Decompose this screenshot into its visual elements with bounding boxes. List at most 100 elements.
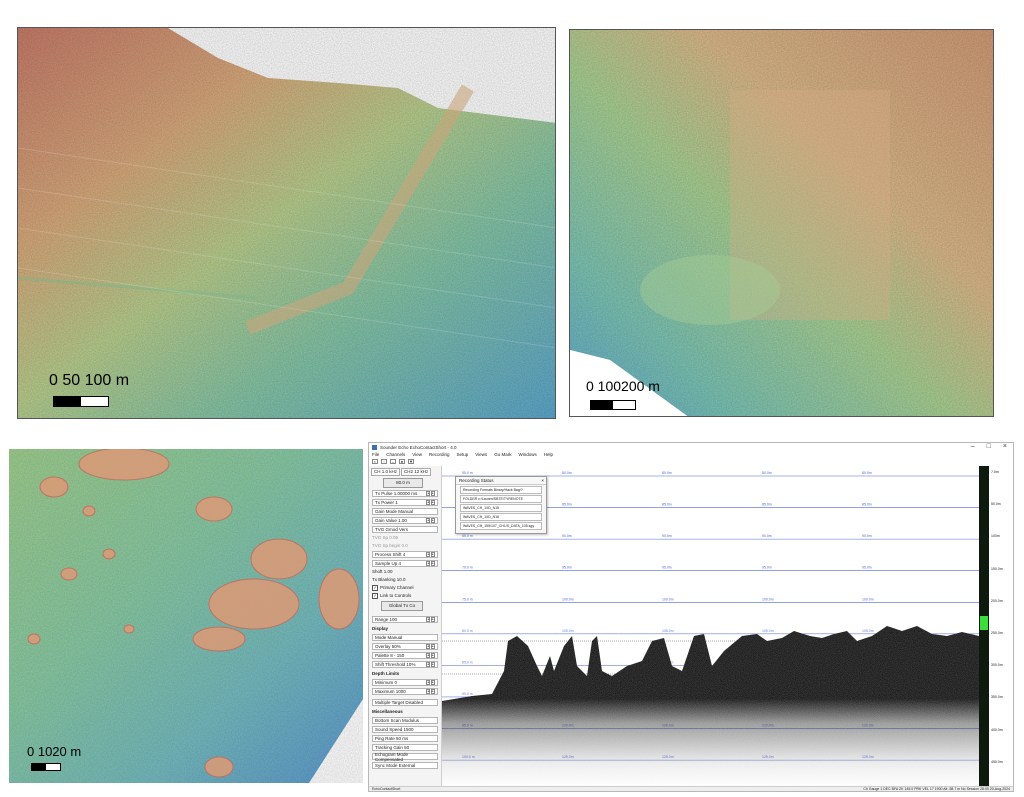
chevron-right-icon[interactable]: ▸	[431, 561, 435, 566]
bottom-scan-control[interactable]: Bottom Scan Modulus	[372, 717, 438, 724]
echogram-mode-control[interactable]: Echogram Mode Compensated	[372, 751, 438, 762]
menu-help[interactable]: Help	[544, 452, 553, 459]
shift-threshold-control[interactable]: Shift Threshold 10% ◂ ▸	[372, 661, 438, 668]
chevron-left-icon[interactable]: ◂	[426, 662, 430, 667]
ping-rate-control[interactable]: Ping Rate 50 ms	[372, 735, 438, 742]
record-icon[interactable]: ●	[399, 459, 405, 464]
palette-control[interactable]: Palette 8 - 150 ◂ ▸	[372, 652, 438, 659]
overlay-control[interactable]: Overlay 50% ◂ ▸	[372, 643, 438, 650]
tvg-mode-control[interactable]: TVG Gmod Vers	[372, 526, 438, 533]
control-label: Bottom Scan Modulus	[375, 718, 420, 723]
chevron-right-icon[interactable]: ▸	[431, 644, 435, 649]
tx-power-control[interactable]: Tx Power 1 ◂ ▸	[372, 499, 438, 506]
tx-pulse-control[interactable]: Tx Pulse 1.00000 ms ◂ ▸	[372, 490, 438, 497]
scale-bar	[31, 763, 61, 771]
chevron-right-icon[interactable]: ▸	[431, 500, 435, 505]
gain-mode-control[interactable]: Gain Mode Manual	[372, 508, 438, 515]
chevron-right-icon[interactable]: ▸	[431, 662, 435, 667]
control-label: Gain Mode Manual	[375, 509, 414, 514]
chevron-right-icon[interactable]: ▸	[431, 491, 435, 496]
shoft-row: Shoft 1.00	[372, 569, 393, 574]
depth-minimum-control[interactable]: Minimum 0 ◂ ▸	[372, 679, 438, 686]
sound-speed-control[interactable]: Sound Speed 1500	[372, 726, 438, 733]
depth-grid-label: 85.0m	[862, 503, 872, 507]
sample-up-control[interactable]: Sample Up 4 ◂ ▸	[372, 560, 438, 567]
chevron-left-icon[interactable]: ◂	[426, 491, 430, 496]
control-label: Tx Pulse 1.00000 ms	[375, 491, 418, 496]
control-label: Tx Power 1	[375, 500, 398, 505]
bathymetry-map-top-left: 0 50 100 m	[17, 27, 556, 419]
chevron-left-icon[interactable]: ◂	[426, 561, 430, 566]
chevron-left-icon[interactable]: ◂	[426, 518, 430, 523]
tab-channel-1[interactable]: CH 1.0 kHz	[371, 468, 401, 476]
menu-channels[interactable]: Channels	[386, 452, 405, 459]
depth-grid-label: 80.0m	[862, 471, 872, 475]
menu-setup[interactable]: Setup	[456, 452, 468, 459]
chevron-right-icon[interactable]: ▸	[431, 552, 435, 557]
zoom-icon[interactable]: ◦	[381, 459, 387, 464]
popup-title-bar: Recording Status ×	[456, 477, 546, 485]
process-shift-control[interactable]: Process Shift 4 ◂ ▸	[372, 551, 438, 558]
menu-go-mark[interactable]: Go Mark	[494, 452, 511, 459]
control-label: Gain Value 1.00	[375, 518, 407, 523]
control-label: Echogram Mode Compensated	[375, 751, 409, 762]
range-field[interactable]: 80.0 m	[383, 478, 423, 488]
save-icon[interactable]: ▪	[372, 459, 378, 464]
menu-bar: File Channels View Recording Setup Views…	[369, 452, 1013, 459]
chevron-left-icon[interactable]: ◂	[426, 617, 430, 622]
checkbox-icon[interactable]: ✓	[372, 593, 378, 599]
chevron-right-icon[interactable]: ▸	[431, 518, 435, 523]
chevron-right-icon[interactable]: ▸	[431, 680, 435, 685]
depth-grid-label: 85.0m	[562, 503, 572, 507]
control-label: Tracking Gain 50	[375, 745, 410, 750]
control-panel: CH 1.0 kHz CH2 12 kHz 80.0 m Tx Pulse 1.…	[369, 466, 442, 788]
chevron-left-icon[interactable]: ◂	[426, 500, 430, 505]
chevron-left-icon[interactable]: ◂	[426, 689, 430, 694]
chevron-left-icon[interactable]: ◂	[426, 644, 430, 649]
global-tx-button[interactable]: Global Tx Co	[381, 601, 423, 611]
chevron-right-icon[interactable]: ▸	[431, 689, 435, 694]
depth-maximum-control[interactable]: Maximum 1000 ◂ ▸	[372, 688, 438, 695]
display-mode-control[interactable]: Mode Manual	[372, 634, 438, 641]
close-icon[interactable]: ×	[541, 477, 546, 484]
menu-views[interactable]: Views	[475, 452, 487, 459]
bathymetry-raster-bottom-left	[9, 449, 363, 783]
control-label: Sample Up 4	[375, 561, 402, 566]
chevron-left-icon[interactable]: ◂	[426, 680, 430, 685]
pan-icon[interactable]: ↔	[390, 459, 396, 464]
depth-axis-label: 300.0m	[991, 663, 1003, 668]
gain-value-control[interactable]: Gain Value 1.00 ◂ ▸	[372, 517, 438, 524]
sync-mode-control[interactable]: Sync Mode External	[372, 762, 438, 769]
range-control[interactable]: Range 100 ◂ ▸	[372, 616, 438, 623]
chevron-left-icon[interactable]: ◂	[426, 552, 430, 557]
control-label: Minimum 0	[375, 680, 398, 685]
close-button[interactable]: ×	[1003, 443, 1007, 450]
minimize-button[interactable]: –	[971, 443, 975, 450]
control-label: Palette 8 - 150	[375, 653, 405, 658]
menu-windows[interactable]: Windows	[518, 452, 536, 459]
bathymetry-map-top-right: 0 100200 m	[569, 29, 994, 417]
tab-channel-2[interactable]: CH2 12 kHz	[401, 468, 432, 476]
menu-recording[interactable]: Recording	[429, 452, 450, 459]
depth-grid-label: 100.0m	[762, 597, 774, 601]
primary-channel-checkbox[interactable]: ✓ Primary Channel	[372, 585, 438, 591]
chevron-right-icon[interactable]: ▸	[431, 653, 435, 658]
tvg-begin-row: TVG Sp begin 0.0	[372, 543, 408, 548]
depth-grid-label: 95.0m	[762, 566, 772, 570]
multiple-target-control[interactable]: Multiple Target Disabled	[372, 699, 438, 706]
scale-bar	[53, 396, 109, 407]
current-depth-marker[interactable]	[980, 616, 988, 630]
depth-grid-label: 90.0m	[862, 534, 872, 538]
chevron-left-icon[interactable]: ◂	[426, 653, 430, 658]
depth-axis: 7.0m 50.0m 100m 150.0m 200.0m 250.0m 300.0m 350…	[989, 466, 1013, 788]
checkbox-icon[interactable]: ✓	[372, 585, 378, 591]
tracking-gain-control[interactable]: Tracking Gain 50	[372, 744, 438, 751]
scale-label: 0 50 100 m	[49, 372, 130, 389]
chevron-right-icon[interactable]: ▸	[431, 617, 435, 622]
menu-view[interactable]: View	[412, 452, 422, 459]
link-controls-checkbox[interactable]: ✓ Link to Controls	[372, 593, 438, 599]
filter-icon[interactable]: ▼	[408, 459, 414, 464]
menu-file[interactable]: File	[372, 452, 379, 459]
depth-axis-label: 350.0m	[991, 695, 1003, 700]
maximize-button[interactable]: □	[987, 443, 991, 450]
